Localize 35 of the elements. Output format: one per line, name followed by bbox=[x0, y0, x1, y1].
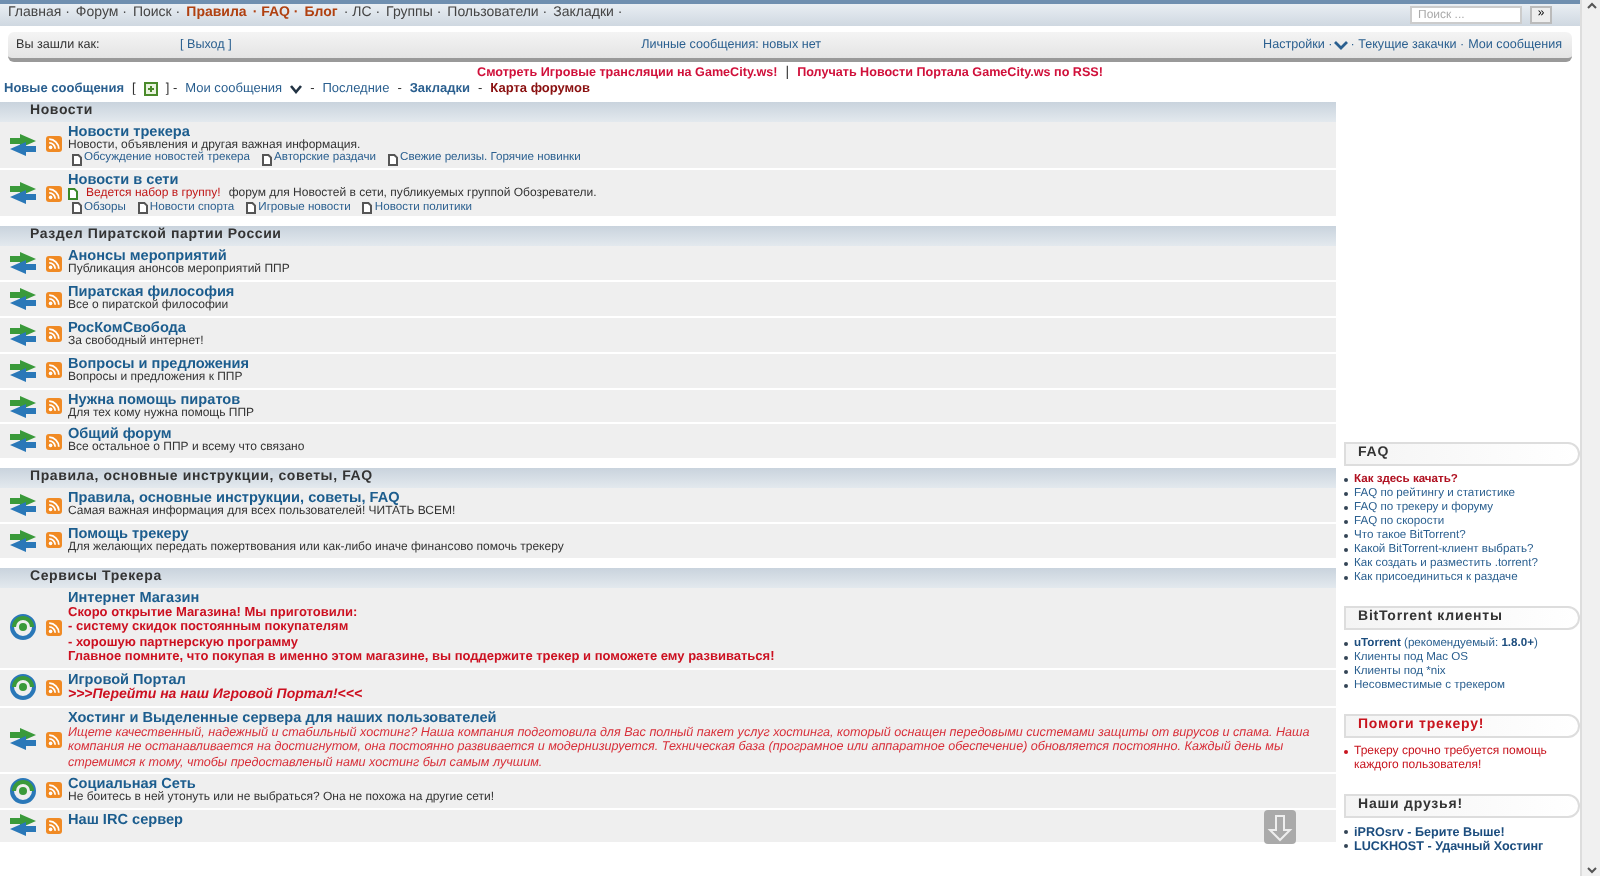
circular-arrows-icon bbox=[7, 614, 37, 641]
scroll-down-button[interactable] bbox=[1264, 810, 1296, 844]
caret-icon bbox=[290, 84, 303, 95]
rss-icon bbox=[45, 326, 61, 343]
circular-arrows-icon bbox=[7, 674, 37, 701]
two-arrows-icon bbox=[7, 357, 37, 384]
two-arrows-icon bbox=[7, 131, 37, 158]
rss-icon bbox=[45, 782, 61, 799]
rss-icon bbox=[45, 497, 61, 514]
rss-icon bbox=[45, 679, 61, 696]
two-arrows-icon bbox=[7, 492, 37, 519]
down-chevron-icon bbox=[1334, 40, 1349, 50]
rss-icon bbox=[45, 362, 61, 379]
two-arrows-icon bbox=[7, 286, 37, 313]
rss-icon bbox=[45, 532, 61, 549]
rss-icon bbox=[45, 398, 61, 414]
rss-icon bbox=[45, 136, 61, 153]
rss-icon bbox=[45, 433, 61, 450]
scrollbar[interactable] bbox=[1580, 0, 1600, 876]
two-arrows-icon bbox=[7, 726, 37, 753]
two-arrows-icon bbox=[7, 812, 37, 839]
circular-arrows-icon bbox=[7, 777, 37, 804]
two-arrows-icon bbox=[7, 250, 37, 277]
rss-icon bbox=[45, 731, 61, 748]
two-arrows-icon bbox=[7, 321, 37, 348]
rss-icon bbox=[45, 817, 61, 834]
two-arrows-icon bbox=[7, 428, 37, 455]
rss-icon bbox=[45, 255, 61, 272]
rss-icon bbox=[45, 291, 61, 308]
two-arrows-icon bbox=[7, 180, 37, 207]
rss-icon bbox=[45, 185, 61, 202]
two-arrows-icon bbox=[7, 527, 37, 554]
two-arrows-icon bbox=[7, 393, 37, 419]
rss-icon bbox=[45, 619, 61, 636]
new-posts-icon bbox=[143, 82, 158, 97]
